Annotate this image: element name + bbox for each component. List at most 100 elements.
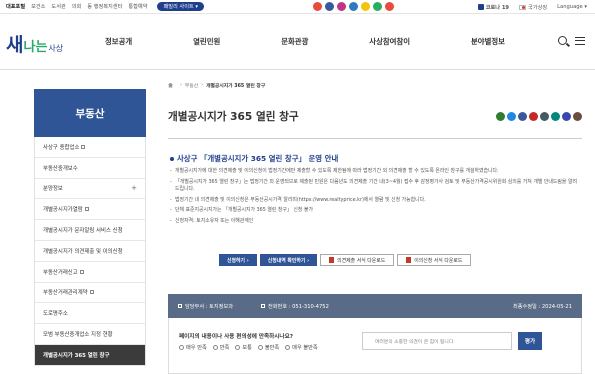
check-application-button[interactable]: 신청내역 확인하기 › xyxy=(259,254,318,266)
share-icon[interactable] xyxy=(529,112,538,121)
sidebar-item-label: 개별공시지가 의견제출 및 이의신청 xyxy=(43,248,123,255)
family-site-dropdown[interactable]: 패밀리 사이트 ▾ xyxy=(157,2,204,11)
facebook-share-icon[interactable] xyxy=(518,112,527,121)
survey-option-normal[interactable]: 보통 xyxy=(235,344,252,351)
notice-item: 신청자격: 토지소유자 또는 이해관계인 xyxy=(170,218,580,226)
share-icon[interactable] xyxy=(507,112,516,121)
sidebar-item-label: 부동산중개보수 xyxy=(43,165,78,172)
survey-submit-button[interactable]: 평가 xyxy=(518,332,542,350)
phone-info: 전화번호 : 051-310-4752 xyxy=(261,303,329,310)
phone-text: 전화번호 : 051-310-4752 xyxy=(268,303,329,310)
youtube-icon[interactable] xyxy=(313,2,322,11)
notice-item: 개별공시지가에 대한 의견제출 및 이의신청이 법정기간에만 제출할 수 있도록… xyxy=(170,168,580,176)
breadcrumb-separator: › xyxy=(180,82,182,88)
department-info: 담당부서 : 토지정보과 xyxy=(178,303,233,310)
covid-link[interactable]: 코로나 19 xyxy=(477,4,509,11)
notice-list: 개별공시지가에 대한 의견제출 및 이의신청이 법정기간에만 제출할 수 있도록… xyxy=(170,168,580,229)
objection-form-download-button[interactable]: 이의신청 서식 다운로드 xyxy=(397,254,472,266)
survey-option-very-dissatisfied[interactable]: 매우 불만족 xyxy=(285,344,318,351)
search-icon[interactable] xyxy=(558,36,567,45)
covid-icon xyxy=(477,4,484,10)
share-icon[interactable] xyxy=(540,112,549,121)
util-link-library[interactable]: 도서관 xyxy=(51,3,65,10)
print-icon[interactable] xyxy=(562,112,571,121)
global-nav: 정보공개 열린민원 문화관광 사상참여참이 분야별정보 xyxy=(105,36,505,47)
logo-na: 나는 xyxy=(23,40,48,55)
util-link-health[interactable]: 보건소 xyxy=(31,3,45,10)
utility-right: 코로나 19 국가상징 Language ▾ xyxy=(468,0,587,14)
facebook-icon[interactable] xyxy=(325,2,334,11)
home-icon[interactable] xyxy=(168,82,173,88)
qr-icon[interactable] xyxy=(573,112,582,121)
sidebar-item-model-agency[interactable]: 모범 부동산중개업소 지정 현황 xyxy=(35,324,145,345)
sidebar-menu: 사상구 종합업소 부동산중개보수 분양정보 + 개별공시지가열람 개별공시지가 문… xyxy=(34,137,146,366)
opinion-form-download-button[interactable]: 의견제출 서식 다운로드 xyxy=(320,254,395,266)
sidebar-item-comprehensive[interactable]: 사상구 종합업소 xyxy=(35,137,145,158)
site-header: 새나는사상 정보공개 열린민원 문화관광 사상참여참이 분야별정보 xyxy=(0,14,595,70)
naver-icon[interactable] xyxy=(373,2,382,11)
radio-icon[interactable] xyxy=(257,345,263,350)
sidebar-item-label: 부동산거래관리계약 xyxy=(43,290,88,297)
sidebar-item-open-window[interactable]: 개별공시지가 365 열린 창구 xyxy=(35,344,145,366)
logo-sasang: 사상 xyxy=(48,44,64,53)
util-link-council[interactable]: 의회 xyxy=(72,3,82,10)
survey-option-very-satisfied[interactable]: 매우 만족 xyxy=(179,344,207,351)
util-link-dong[interactable]: 동 행정복지센터 xyxy=(87,3,122,10)
radio-icon[interactable] xyxy=(179,345,184,350)
button-label: 의견제출 서식 다운로드 xyxy=(337,257,386,264)
blog-icon[interactable] xyxy=(349,2,358,11)
external-link-icon xyxy=(79,269,84,274)
notice-item: 「개별공시지가 365 열린 창구」는 법정기간 외 운영되므로 제출된 민원은… xyxy=(170,179,580,194)
sidebar-item-sms-alert[interactable]: 개별공시지가 문자알림 서비스 신청 xyxy=(35,220,145,241)
sns-extra-icon[interactable] xyxy=(385,2,394,11)
department-info-bar: 담당부서 : 토지정보과 전화번호 : 051-310-4752 최종수정일 :… xyxy=(168,294,582,318)
sidebar-item-label: 개별공시지가열람 xyxy=(43,207,83,214)
gnb-culture-tour[interactable]: 문화관광 xyxy=(281,36,308,47)
menu-icon[interactable] xyxy=(575,36,585,45)
utility-links: 대표포털 보건소 도서관 의회 동 행정복지센터 통합예약 패밀리 사이트 ▾ xyxy=(0,2,210,11)
sidebar-item-label: 분양정보 xyxy=(43,186,63,193)
sidebar-item-presale[interactable]: 분양정보 + xyxy=(35,179,145,200)
flag-icon xyxy=(519,4,527,10)
share-icon[interactable] xyxy=(496,112,505,121)
gnb-field-info[interactable]: 분야별정보 xyxy=(471,36,505,47)
util-link-reservation[interactable]: 통합예약 xyxy=(128,3,147,10)
logo-mark: 새 xyxy=(6,34,24,56)
site-logo[interactable]: 새나는사상 xyxy=(6,30,63,57)
sidebar-item-brokerage-fee[interactable]: 부동산중개보수 xyxy=(35,158,145,179)
radio-icon[interactable] xyxy=(212,345,218,350)
satisfaction-survey: 페이지의 내용이나 사용 편의성에 만족하시나요? 매우 만족 만족 보통 불만… xyxy=(168,318,582,374)
sidebar-item-objection[interactable]: 개별공시지가 의견제출 및 이의신청 xyxy=(35,241,145,262)
sidebar-item-label: 개별공시지가 365 열린 창구 xyxy=(43,352,110,359)
sidebar-item-label: 부동산거래신고 xyxy=(43,269,78,276)
sidebar-item-transaction-contract[interactable]: 부동산거래관리계약 xyxy=(35,283,145,304)
sidebar-title: 부동산 xyxy=(34,89,146,137)
gnb-participation[interactable]: 사상참여참이 xyxy=(369,36,410,47)
gnb-info-disclosure[interactable]: 정보공개 xyxy=(105,36,132,47)
national-symbol-link[interactable]: 국가상징 xyxy=(519,4,547,11)
instagram-icon[interactable] xyxy=(337,2,346,11)
option-label: 매우 만족 xyxy=(186,345,207,351)
language-dropdown[interactable]: Language ▾ xyxy=(557,4,587,10)
survey-option-satisfied[interactable]: 만족 xyxy=(212,344,229,351)
main-content: › 부동산 › 개별공시지가 365 열린 창구 개별공시지가 365 열린 창… xyxy=(168,80,582,374)
survey-comment-input[interactable]: 여러분의 소중한 의견이 큰 힘이 됩니다. xyxy=(362,332,512,350)
sidebar-item-label: 사상구 종합업소 xyxy=(43,144,80,151)
sns-links xyxy=(313,2,397,11)
bullet-icon xyxy=(170,157,174,161)
sidebar-item-road-address[interactable]: 도로명주소 xyxy=(35,303,145,325)
radio-icon[interactable] xyxy=(235,345,241,350)
share-icons xyxy=(494,112,582,121)
gnb-open-civil[interactable]: 열린민원 xyxy=(193,36,220,47)
kakao-icon[interactable] xyxy=(361,2,370,11)
sidebar-item-land-price-view[interactable]: 개별공시지가열람 xyxy=(35,199,145,221)
breadcrumb-item[interactable]: 부동산 xyxy=(185,82,198,89)
share-icon[interactable] xyxy=(551,112,560,121)
util-link-portal[interactable]: 대표포털 xyxy=(6,3,25,10)
header-icons xyxy=(558,36,585,45)
survey-option-dissatisfied[interactable]: 불만족 xyxy=(257,344,279,351)
radio-icon[interactable] xyxy=(285,345,291,350)
apply-button[interactable]: 신청하기 › xyxy=(219,254,257,266)
sidebar-item-transaction-report[interactable]: 부동산거래신고 xyxy=(35,262,145,283)
external-link-icon xyxy=(84,207,89,212)
